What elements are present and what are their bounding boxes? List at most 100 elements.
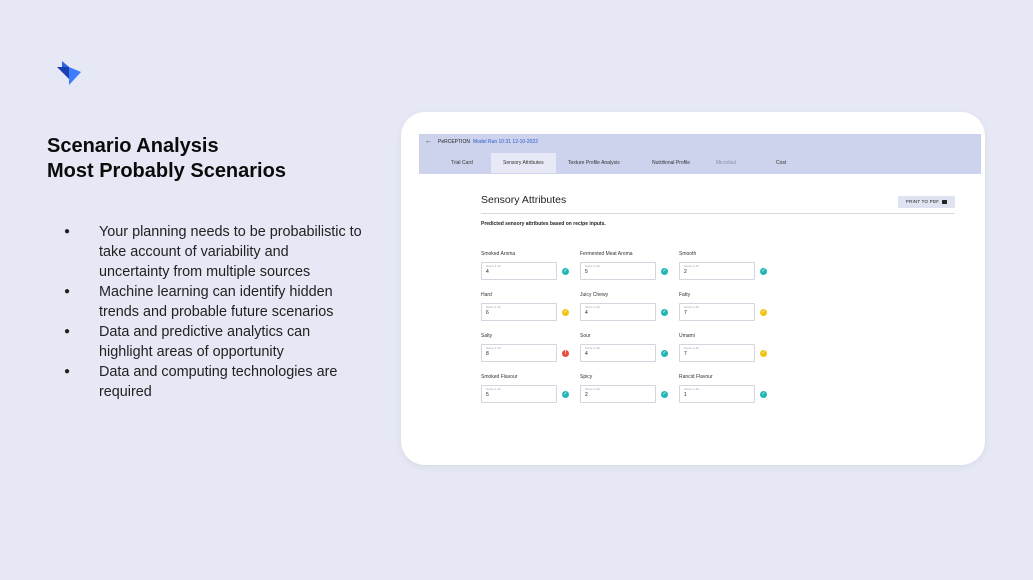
- score-hint: Score 1-10: [684, 264, 699, 268]
- check-circle-icon: ✓: [760, 268, 767, 275]
- score-hint: Score 1-10: [585, 264, 600, 268]
- score-input[interactable]: Score 1-10 8: [481, 344, 557, 362]
- score-hint: Score 1-10: [486, 346, 501, 350]
- tab-texture-profile-analysis[interactable]: Texture Profile Analysis: [556, 153, 640, 173]
- bullet-item: Data and computing technologies are requ…: [62, 362, 362, 402]
- tab-cost[interactable]: Cost: [764, 153, 818, 173]
- attribute-field: Salty Score 1-10 8!: [481, 333, 573, 367]
- score-input[interactable]: Score 1-10 7: [679, 344, 755, 362]
- breadcrumb-run[interactable]: Model Run 10:31 12-10-2022: [473, 139, 538, 145]
- attribute-field: Smooth Score 1-10 2 ✓: [679, 251, 771, 285]
- score-hint: Score 1-10: [486, 387, 501, 391]
- attribute-field: Spicy Score 1-10 2 ✓: [580, 374, 672, 408]
- check-circle-icon: ✓: [562, 391, 569, 398]
- score-value: 2: [585, 392, 588, 398]
- attribute-label: Rancid Flavour: [679, 374, 713, 380]
- attribute-label: Juicy Chewy: [580, 292, 609, 298]
- attribute-label: Fatty: [679, 292, 691, 298]
- attribute-field: Smoked Flavour Score 1-10 5 ✓: [481, 374, 573, 408]
- attribute-label: Salty: [481, 333, 493, 339]
- score-input[interactable]: Score 1-10 4: [580, 344, 656, 362]
- breadcrumb-product: PeRCEPTION: [438, 139, 470, 145]
- bullet-item: Data and predictive analytics can highli…: [62, 322, 362, 362]
- score-input[interactable]: Score 1-10 1: [679, 385, 755, 403]
- page-heading: Scenario Analysis Most Probably Scenario…: [47, 134, 286, 184]
- attribute-field: Umami Score 1-10 7 ✓: [679, 333, 771, 367]
- attribute-label: Smooth: [679, 251, 697, 257]
- attribute-label: Sour: [580, 333, 591, 339]
- attribute-field: Smoked Aroma Score 1-10 4 ✓: [481, 251, 573, 285]
- attribute-field: Sour Score 1-10 4 ✓: [580, 333, 672, 367]
- attribute-field: Rancid Flavour Score 1-10 1 ✓: [679, 374, 771, 408]
- attribute-field: Fatty Score 1-10 7 ✓: [679, 292, 771, 326]
- attribute-label: Smoked Flavour: [481, 374, 518, 380]
- app-window: ← PeRCEPTION Model Run 10:31 12-10-2022 Tr…: [419, 134, 981, 434]
- bullet-list: Your planning needs to be probabilistic …: [62, 222, 362, 402]
- bullet-item: Your planning needs to be probabilistic …: [62, 222, 362, 282]
- heading-line-1: Scenario Analysis: [47, 135, 219, 157]
- attribute-field: Fermented Meat Aroma Score 1-10 5 ✓: [580, 251, 672, 285]
- tab-trial-card[interactable]: Trial Card: [439, 153, 491, 173]
- score-hint: Score 1-10: [585, 346, 600, 350]
- score-input[interactable]: Score 1-10 6: [481, 303, 557, 321]
- arrow-left-icon[interactable]: ←: [425, 138, 432, 145]
- bullet-item: Machine learning can identify hidden tre…: [62, 282, 362, 322]
- brand-logo-icon: [57, 61, 81, 85]
- attribute-label: Umami: [679, 333, 695, 339]
- score-input[interactable]: Score 1-10 2: [679, 262, 755, 280]
- app-screenshot-card: ← PeRCEPTION Model Run 10:31 12-10-2022 Tr…: [401, 112, 985, 465]
- score-input[interactable]: Score 1-10 5: [481, 385, 557, 403]
- warning-circle-icon: ✓: [760, 350, 767, 357]
- score-input[interactable]: Score 1-10 5: [580, 262, 656, 280]
- score-hint: Score 1-10: [486, 305, 501, 309]
- check-circle-icon: ✓: [661, 309, 668, 316]
- heading-line-2: Most Probably Scenarios: [47, 160, 286, 182]
- print-label: PRINT TO PDF: [905, 199, 940, 204]
- score-value: 4: [585, 351, 588, 357]
- score-value: 5: [486, 392, 489, 398]
- score-value: 7: [684, 351, 687, 357]
- score-hint: Score 1-10: [486, 264, 501, 268]
- score-hint: Score 1-10: [585, 305, 600, 309]
- attribute-field: Juicy Chewy Score 1-10 4 ✓: [580, 292, 672, 326]
- app-topbar: ← PeRCEPTION Model Run 10:31 12-10-2022 Tr…: [419, 134, 981, 174]
- section-title: Sensory Attributes: [481, 194, 567, 206]
- printer-icon: [942, 200, 948, 204]
- score-value: 8: [486, 351, 489, 357]
- score-input[interactable]: Score 1-10 4: [580, 303, 656, 321]
- score-input[interactable]: Score 1-10 7: [679, 303, 755, 321]
- check-circle-icon: ✓: [661, 268, 668, 275]
- score-input[interactable]: Score 1-10 2: [580, 385, 656, 403]
- score-hint: Score 1-10: [585, 387, 600, 391]
- score-value: 4: [585, 310, 588, 316]
- check-circle-icon: ✓: [661, 391, 668, 398]
- warning-circle-icon: ✓: [760, 309, 767, 316]
- tab-bar: Trial Card Sensory Attributes Texture Pr…: [439, 153, 818, 173]
- check-circle-icon: ✓: [562, 268, 569, 275]
- tab-sensory-attributes[interactable]: Sensory Attributes: [491, 153, 556, 173]
- attribute-label: Fermented Meat Aroma: [580, 251, 633, 257]
- tab-microbial: Microbial: [716, 160, 737, 166]
- error-circle-icon: !: [562, 350, 569, 357]
- divider: [481, 213, 955, 214]
- tab-nutritional-profile[interactable]: Nutritional Profile: [640, 153, 704, 173]
- check-circle-icon: ✓: [661, 350, 668, 357]
- score-hint: Score 1-10: [684, 387, 699, 391]
- score-value: 5: [585, 269, 588, 275]
- score-value: 1: [684, 392, 687, 398]
- warning-circle-icon: ✓: [562, 309, 569, 316]
- score-input[interactable]: Score 1-10 4: [481, 262, 557, 280]
- check-circle-icon: ✓: [760, 391, 767, 398]
- attribute-label: Smoked Aroma: [481, 251, 516, 257]
- print-to-pdf-button[interactable]: PRINT TO PDF: [898, 196, 955, 208]
- attribute-label: Spicy: [580, 374, 593, 380]
- breadcrumb: ← PeRCEPTION Model Run 10:31 12-10-2022: [425, 138, 538, 146]
- score-value: 7: [684, 310, 687, 316]
- section-subtitle: Predicted sensory attributes based on re…: [481, 221, 606, 227]
- attribute-label: Hard: [481, 292, 492, 298]
- score-value: 6: [486, 310, 489, 316]
- score-hint: Score 1-10: [684, 346, 699, 350]
- attribute-field: Hard Score 1-10 6 ✓: [481, 292, 573, 326]
- score-value: 2: [684, 269, 687, 275]
- score-hint: Score 1-10: [684, 305, 699, 309]
